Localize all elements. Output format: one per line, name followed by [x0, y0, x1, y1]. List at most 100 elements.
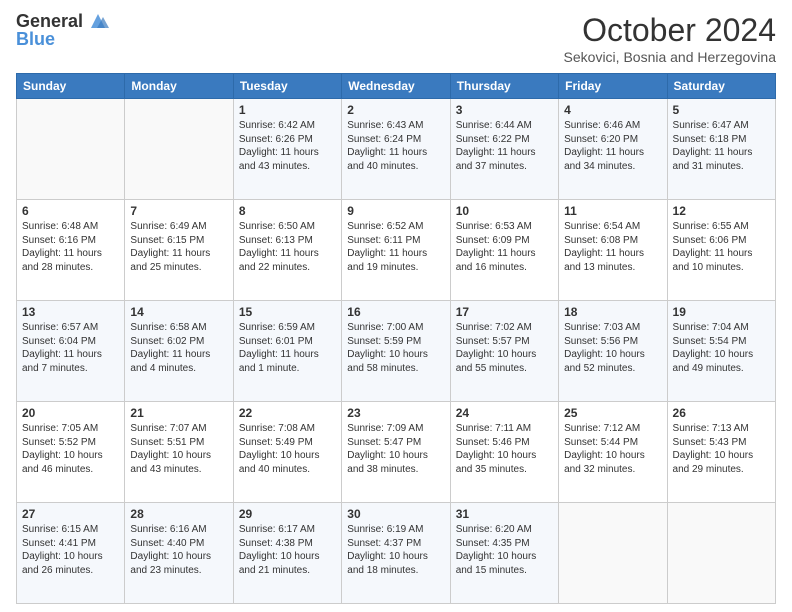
table-cell: 8 Sunrise: 6:50 AM Sunset: 6:13 PM Daylig… — [233, 200, 341, 301]
table-cell: 18 Sunrise: 7:03 AM Sunset: 5:56 PM Dayli… — [559, 301, 667, 402]
logo-icon — [87, 12, 109, 30]
table-cell: 15Sunrise: 6:59 AM Sunset: 6:01 PM Dayli… — [233, 301, 341, 402]
day-number: 14 — [130, 305, 227, 319]
table-cell: 30 Sunrise: 6:19 AM Sunset: 4:37 PM Dayli… — [342, 503, 450, 604]
table-cell: 14 Sunrise: 6:58 AM Sunset: 6:02 PM Dayli… — [125, 301, 233, 402]
table-cell: 27 Sunrise: 6:15 AM Sunset: 4:41 PM Dayli… — [17, 503, 125, 604]
day-number: 7 — [130, 204, 227, 218]
cell-info: Sunrise: 6:44 AM Sunset: 6:22 PM Dayligh… — [456, 119, 553, 173]
day-number: 16 — [347, 305, 444, 319]
table-cell: 29Sunrise: 6:17 AM Sunset: 4:38 PM Dayli… — [233, 503, 341, 604]
cell-info: Sunrise: 7:07 AM Sunset: 5:51 PM Dayligh… — [130, 422, 227, 476]
table-cell: 20 Sunrise: 7:05 AM Sunset: 5:52 PM Dayli… — [17, 402, 125, 503]
cell-info: Sunrise: 7:03 AM Sunset: 5:56 PM Dayligh… — [564, 321, 661, 375]
cell-info: Sunrise: 6:20 AM Sunset: 4:35 PM Dayligh… — [456, 523, 553, 577]
table-cell: 10 Sunrise: 6:53 AM Sunset: 6:09 PM Dayli… — [450, 200, 558, 301]
day-number: 4 — [564, 103, 661, 117]
table-cell: 23 Sunrise: 7:09 AM Sunset: 5:47 PM Dayli… — [342, 402, 450, 503]
table-cell: 17 Sunrise: 7:02 AM Sunset: 5:57 PM Dayli… — [450, 301, 558, 402]
table-cell: 21Sunrise: 7:07 AM Sunset: 5:51 PM Dayli… — [125, 402, 233, 503]
header: General Blue October 2024 Sekovici, Bosn… — [16, 12, 776, 65]
cell-info: Sunrise: 6:50 AM Sunset: 6:13 PM Dayligh… — [239, 220, 336, 274]
col-friday: Friday — [559, 74, 667, 99]
cell-info: Sunrise: 6:17 AM Sunset: 4:38 PM Dayligh… — [239, 523, 336, 577]
cell-info: Sunrise: 6:47 AM Sunset: 6:18 PM Dayligh… — [673, 119, 770, 173]
day-number: 28 — [130, 507, 227, 521]
day-number: 18 — [564, 305, 661, 319]
page: General Blue October 2024 Sekovici, Bosn… — [0, 0, 792, 612]
table-cell: 7Sunrise: 6:49 AM Sunset: 6:15 PM Daylig… — [125, 200, 233, 301]
day-number: 3 — [456, 103, 553, 117]
cell-info: Sunrise: 6:55 AM Sunset: 6:06 PM Dayligh… — [673, 220, 770, 274]
cell-info: Sunrise: 7:11 AM Sunset: 5:46 PM Dayligh… — [456, 422, 553, 476]
col-tuesday: Tuesday — [233, 74, 341, 99]
month-title: October 2024 — [564, 12, 776, 49]
day-number: 5 — [673, 103, 770, 117]
calendar-row-2: 13 Sunrise: 6:57 AM Sunset: 6:04 PM Dayli… — [17, 301, 776, 402]
calendar-row-0: 1 Sunrise: 6:42 AM Sunset: 6:26 PM Daylig… — [17, 99, 776, 200]
day-number: 22 — [239, 406, 336, 420]
cell-info: Sunrise: 6:42 AM Sunset: 6:26 PM Dayligh… — [239, 119, 336, 173]
cell-info: Sunrise: 6:48 AM Sunset: 6:16 PM Dayligh… — [22, 220, 119, 274]
day-number: 31 — [456, 507, 553, 521]
day-number: 10 — [456, 204, 553, 218]
cell-info: Sunrise: 6:19 AM Sunset: 4:37 PM Dayligh… — [347, 523, 444, 577]
day-number: 30 — [347, 507, 444, 521]
day-number: 8 — [239, 204, 336, 218]
day-number: 23 — [347, 406, 444, 420]
table-cell: 1 Sunrise: 6:42 AM Sunset: 6:26 PM Daylig… — [233, 99, 341, 200]
cell-info: Sunrise: 6:46 AM Sunset: 6:20 PM Dayligh… — [564, 119, 661, 173]
day-number: 27 — [22, 507, 119, 521]
table-cell: 24 Sunrise: 7:11 AM Sunset: 5:46 PM Dayli… — [450, 402, 558, 503]
cell-info: Sunrise: 7:09 AM Sunset: 5:47 PM Dayligh… — [347, 422, 444, 476]
table-cell: 13 Sunrise: 6:57 AM Sunset: 6:04 PM Dayli… — [17, 301, 125, 402]
cell-info: Sunrise: 7:04 AM Sunset: 5:54 PM Dayligh… — [673, 321, 770, 375]
cell-info: Sunrise: 7:02 AM Sunset: 5:57 PM Dayligh… — [456, 321, 553, 375]
table-cell: 31 Sunrise: 6:20 AM Sunset: 4:35 PM Dayli… — [450, 503, 558, 604]
col-monday: Monday — [125, 74, 233, 99]
day-number: 11 — [564, 204, 661, 218]
col-sunday: Sunday — [17, 74, 125, 99]
table-cell: 16 Sunrise: 7:00 AM Sunset: 5:59 PM Dayli… — [342, 301, 450, 402]
cell-info: Sunrise: 7:00 AM Sunset: 5:59 PM Dayligh… — [347, 321, 444, 375]
table-cell — [17, 99, 125, 200]
table-cell: 28Sunrise: 6:16 AM Sunset: 4:40 PM Dayli… — [125, 503, 233, 604]
cell-info: Sunrise: 7:12 AM Sunset: 5:44 PM Dayligh… — [564, 422, 661, 476]
day-number: 6 — [22, 204, 119, 218]
day-number: 15 — [239, 305, 336, 319]
table-cell: 5 Sunrise: 6:47 AM Sunset: 6:18 PM Daylig… — [667, 99, 775, 200]
calendar-row-1: 6 Sunrise: 6:48 AM Sunset: 6:16 PM Daylig… — [17, 200, 776, 301]
cell-info: Sunrise: 6:58 AM Sunset: 6:02 PM Dayligh… — [130, 321, 227, 375]
calendar-row-3: 20 Sunrise: 7:05 AM Sunset: 5:52 PM Dayli… — [17, 402, 776, 503]
logo: General Blue — [16, 12, 109, 50]
table-cell: 25 Sunrise: 7:12 AM Sunset: 5:44 PM Dayli… — [559, 402, 667, 503]
col-wednesday: Wednesday — [342, 74, 450, 99]
calendar-row-4: 27 Sunrise: 6:15 AM Sunset: 4:41 PM Dayli… — [17, 503, 776, 604]
day-number: 1 — [239, 103, 336, 117]
table-cell: 4 Sunrise: 6:46 AM Sunset: 6:20 PM Daylig… — [559, 99, 667, 200]
day-number: 2 — [347, 103, 444, 117]
cell-info: Sunrise: 7:08 AM Sunset: 5:49 PM Dayligh… — [239, 422, 336, 476]
table-cell: 22 Sunrise: 7:08 AM Sunset: 5:49 PM Dayli… — [233, 402, 341, 503]
day-number: 13 — [22, 305, 119, 319]
cell-info: Sunrise: 7:05 AM Sunset: 5:52 PM Dayligh… — [22, 422, 119, 476]
table-cell — [125, 99, 233, 200]
day-number: 25 — [564, 406, 661, 420]
cell-info: Sunrise: 6:57 AM Sunset: 6:04 PM Dayligh… — [22, 321, 119, 375]
day-number: 17 — [456, 305, 553, 319]
calendar-table: Sunday Monday Tuesday Wednesday Thursday… — [16, 73, 776, 604]
cell-info: Sunrise: 6:53 AM Sunset: 6:09 PM Dayligh… — [456, 220, 553, 274]
title-block: October 2024 Sekovici, Bosnia and Herzeg… — [564, 12, 776, 65]
cell-info: Sunrise: 7:13 AM Sunset: 5:43 PM Dayligh… — [673, 422, 770, 476]
table-cell: 9Sunrise: 6:52 AM Sunset: 6:11 PM Daylig… — [342, 200, 450, 301]
table-cell: 19Sunrise: 7:04 AM Sunset: 5:54 PM Dayli… — [667, 301, 775, 402]
col-saturday: Saturday — [667, 74, 775, 99]
calendar-header-row: Sunday Monday Tuesday Wednesday Thursday… — [17, 74, 776, 99]
day-number: 9 — [347, 204, 444, 218]
day-number: 20 — [22, 406, 119, 420]
day-number: 24 — [456, 406, 553, 420]
cell-info: Sunrise: 6:43 AM Sunset: 6:24 PM Dayligh… — [347, 119, 444, 173]
table-cell — [667, 503, 775, 604]
cell-info: Sunrise: 6:15 AM Sunset: 4:41 PM Dayligh… — [22, 523, 119, 577]
day-number: 26 — [673, 406, 770, 420]
